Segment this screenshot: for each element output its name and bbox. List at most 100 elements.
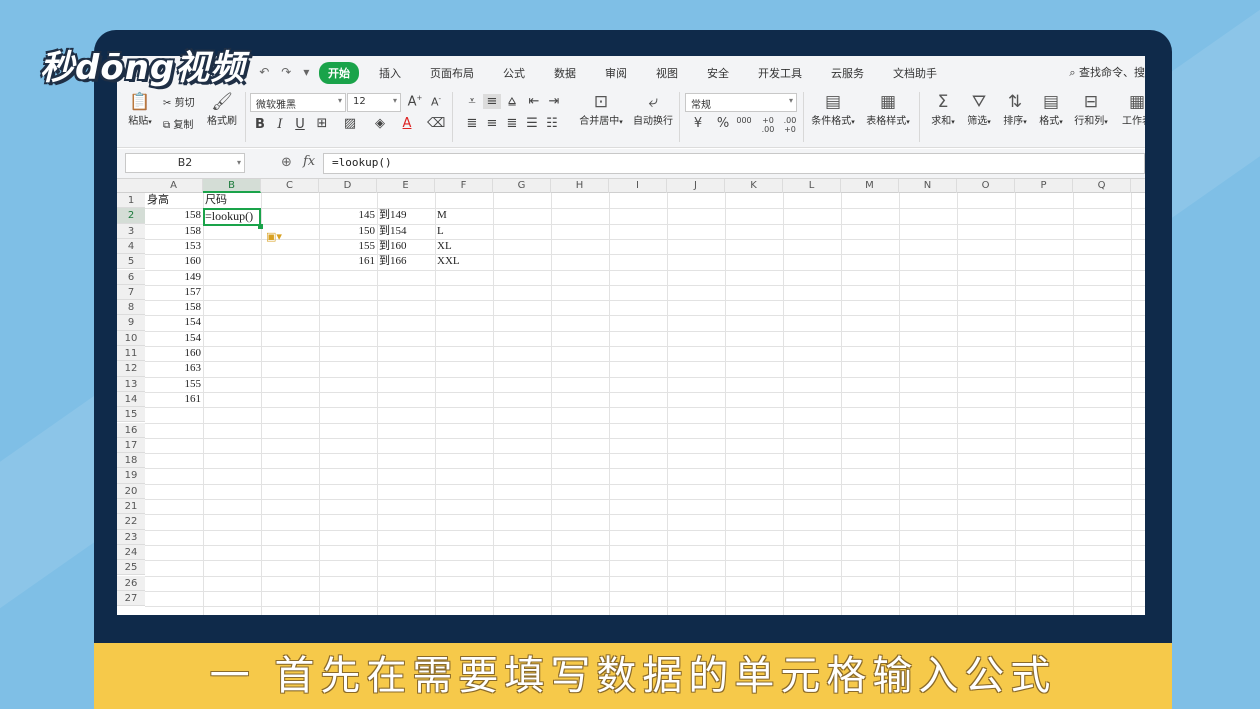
border-icon[interactable]: ⊞ — [313, 116, 331, 131]
row-header[interactable]: 20 — [117, 483, 145, 499]
column-header[interactable]: F — [435, 179, 493, 193]
rows-cols-button[interactable]: ⊟ 行和列▾ — [1071, 92, 1111, 127]
column-header[interactable]: C — [261, 179, 319, 193]
row-header[interactable]: 17 — [117, 437, 145, 454]
sum-button[interactable]: Σ 求和▾ — [927, 92, 959, 127]
active-cell-editor[interactable]: =lookup() — [205, 209, 253, 224]
format-button[interactable]: ▤ 格式▾ — [1035, 92, 1067, 127]
cell-height-value[interactable]: 155 — [147, 377, 202, 392]
undo-icon[interactable]: ↶ — [259, 65, 269, 80]
sheet-grid[interactable]: ABCDEFGHIJKLMNOPQ 1 2 3 4 5 6 7 8 9 10 11 12 13 14 15 1… — [117, 179, 1145, 615]
cell-height-value[interactable]: 158 — [147, 224, 202, 239]
increase-decimal-button[interactable]: +0 .00 — [757, 116, 779, 134]
cell-height-value[interactable]: 157 — [147, 285, 202, 300]
row-header[interactable]: 27 — [117, 590, 145, 607]
redo-icon[interactable]: ↷ — [281, 65, 291, 80]
column-header[interactable]: K — [725, 179, 783, 193]
menu-tab[interactable]: 云服务 — [822, 63, 873, 83]
row-header[interactable]: 1 — [117, 193, 145, 209]
column-header[interactable]: E — [377, 179, 435, 193]
row-header[interactable]: 13 — [117, 376, 145, 392]
zoom-icon[interactable]: ⊕ — [281, 155, 292, 170]
cell-range-start[interactable]: 155 — [321, 239, 376, 254]
bold-button[interactable]: B — [251, 117, 269, 132]
thousands-button[interactable]: 000 — [735, 116, 753, 125]
column-header[interactable]: J — [667, 179, 725, 193]
menu-tab[interactable]: 视图 — [647, 63, 687, 83]
cell-range-start[interactable]: 161 — [321, 254, 376, 269]
row-header[interactable]: 18 — [117, 453, 145, 469]
justify-icon[interactable]: ☰ — [523, 116, 541, 131]
row-header[interactable]: 11 — [117, 346, 145, 362]
row-header[interactable]: 4 — [117, 238, 145, 255]
cell-height-value[interactable]: 149 — [147, 270, 202, 285]
fill-handle[interactable] — [258, 223, 263, 229]
column-header[interactable]: B — [203, 179, 261, 193]
cell-size-label[interactable]: L — [437, 224, 491, 239]
row-header[interactable]: 8 — [117, 300, 145, 316]
menu-tab[interactable]: 安全 — [698, 63, 738, 83]
row-header[interactable]: 14 — [117, 391, 145, 408]
row-header[interactable]: 5 — [117, 254, 145, 270]
underline-button[interactable]: U — [291, 117, 309, 132]
cell-height-value[interactable]: 154 — [147, 315, 202, 330]
column-header[interactable]: O — [957, 179, 1015, 193]
fx-label[interactable]: fx — [303, 154, 315, 169]
row-header[interactable]: 2 — [117, 208, 145, 224]
currency-icon[interactable]: ¥ — [689, 116, 707, 131]
row-header[interactable]: 24 — [117, 544, 145, 561]
wrap-text-button[interactable]: ⤶ 自动换行 — [631, 92, 675, 127]
row-header[interactable]: 6 — [117, 269, 145, 285]
cell-height-value[interactable]: 153 — [147, 239, 202, 254]
cell-height-value[interactable]: 158 — [147, 300, 202, 315]
column-header[interactable]: H — [551, 179, 609, 193]
cell-header-height[interactable]: 身高 — [147, 193, 201, 208]
sort-button[interactable]: ⇅ 排序▾ — [999, 92, 1031, 127]
cell-range-end[interactable]: 到154 — [379, 224, 433, 239]
italic-button[interactable]: I — [271, 117, 289, 132]
font-color-button[interactable]: A — [398, 116, 416, 131]
menu-tab[interactable]: 开始 — [319, 62, 359, 84]
row-header[interactable]: 26 — [117, 575, 145, 591]
column-header[interactable]: Q — [1073, 179, 1131, 193]
name-box[interactable]: B2 — [125, 153, 245, 173]
menu-tab[interactable]: 公式 — [494, 63, 534, 83]
cell-height-value[interactable]: 163 — [147, 361, 202, 376]
row-header[interactable]: 25 — [117, 560, 145, 576]
menu-tab[interactable]: 页面布局 — [421, 63, 483, 83]
align-middle-icon[interactable]: ≡ — [483, 94, 501, 109]
menu-tab[interactable]: 文档助手 — [884, 63, 946, 83]
column-header[interactable]: P — [1015, 179, 1073, 193]
decrease-font-icon[interactable]: A- — [427, 95, 445, 109]
cell-range-start[interactable]: 150 — [321, 224, 376, 239]
eraser-icon[interactable]: ⌫ — [427, 116, 445, 131]
row-header[interactable]: 23 — [117, 529, 145, 545]
cell-header-size[interactable]: 尺码 — [205, 193, 259, 208]
font-name-select[interactable]: 微软雅黑 — [250, 93, 346, 112]
cell-height-value[interactable]: 161 — [147, 392, 202, 407]
increase-font-icon[interactable]: A+ — [406, 94, 424, 109]
cell-height-value[interactable]: 160 — [147, 346, 202, 361]
row-header[interactable]: 19 — [117, 468, 145, 484]
column-header[interactable]: M — [841, 179, 899, 193]
cell-height-value[interactable]: 154 — [147, 331, 202, 346]
row-header[interactable]: 22 — [117, 514, 145, 530]
row-header[interactable]: 10 — [117, 330, 145, 346]
copy-button[interactable]: ⧉ 复制 — [163, 116, 193, 131]
column-header[interactable]: N — [899, 179, 957, 193]
column-header[interactable]: D — [319, 179, 377, 193]
align-right-icon[interactable]: ≣ — [503, 116, 521, 131]
distribute-icon[interactable]: ☷ — [543, 116, 561, 131]
cell-range-end[interactable]: 到166 — [379, 254, 433, 269]
row-header[interactable]: 9 — [117, 315, 145, 331]
cut-button[interactable]: ✂ 剪切 — [163, 94, 195, 109]
menu-tab[interactable]: 审阅 — [596, 63, 636, 83]
cell-size-label[interactable]: XL — [437, 239, 491, 254]
indent-decrease-icon[interactable]: ⇤ — [525, 94, 543, 109]
cell-size-label[interactable]: M — [437, 208, 491, 223]
row-header[interactable]: 7 — [117, 284, 145, 301]
format-painter-button[interactable]: 🖌 格式刷 — [205, 92, 239, 127]
conditional-format-button[interactable]: ▤ 条件格式▾ — [807, 92, 859, 127]
filter-button[interactable]: ⛛ 筛选▾ — [963, 92, 995, 127]
cell-height-value[interactable]: 160 — [147, 254, 202, 269]
